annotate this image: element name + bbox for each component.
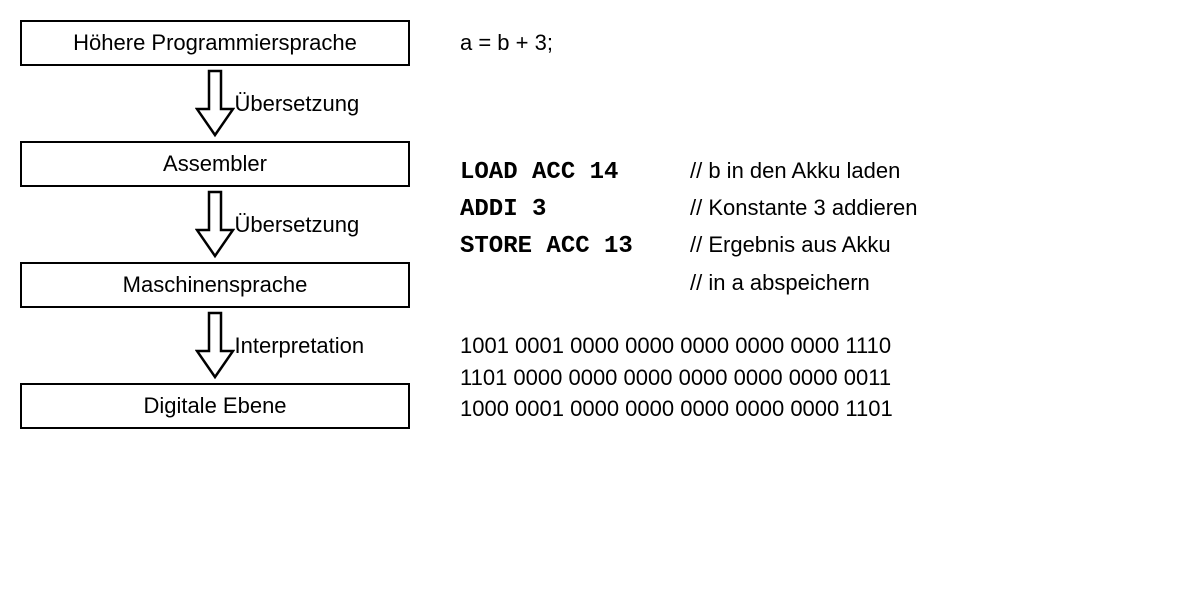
hll-code-block: a = b + 3; <box>460 22 918 64</box>
asm-comment: // in a abspeichern <box>690 266 870 300</box>
box-machine: Maschinensprache <box>20 262 410 308</box>
arrow-label-1: Übersetzung <box>235 91 360 117</box>
asm-code <box>460 266 690 300</box>
asm-line: // in a abspeichern <box>460 266 918 300</box>
machine-code-block: 1001 0001 0000 0000 0000 0000 0000 1110 … <box>460 330 918 426</box>
box-asm-label: Assembler <box>163 151 267 176</box>
asm-comment: // Konstante 3 addieren <box>690 191 918 228</box>
arrow-down-icon <box>195 311 235 381</box>
machine-line: 1000 0001 0000 0000 0000 0000 0000 1101 <box>460 393 918 425</box>
arrow-label-2: Übersetzung <box>235 212 360 238</box>
box-digital: Digitale Ebene <box>20 383 410 429</box>
asm-comment: // Ergebnis aus Akku <box>690 228 891 265</box>
asm-code: LOAD ACC 14 <box>460 154 690 191</box>
asm-code: STORE ACC 13 <box>460 228 690 265</box>
box-hll: Höhere Programmiersprache <box>20 20 410 66</box>
machine-line: 1001 0001 0000 0000 0000 0000 0000 1110 <box>460 330 918 362</box>
arrow-row-1: Übersetzung <box>20 66 410 141</box>
diagram-container: Höhere Programmiersprache Übersetzung As… <box>20 20 1157 429</box>
asm-line: STORE ACC 13 // Ergebnis aus Akku <box>460 228 918 265</box>
asm-line: LOAD ACC 14 // b in den Akku laden <box>460 154 918 191</box>
arrow-label-3: Interpretation <box>235 333 365 359</box>
arrow-down-icon <box>195 69 235 139</box>
asm-line: ADDI 3 // Konstante 3 addieren <box>460 191 918 228</box>
box-machine-label: Maschinensprache <box>123 272 308 297</box>
arrow-down-icon <box>195 190 235 260</box>
left-column: Höhere Programmiersprache Übersetzung As… <box>20 20 410 429</box>
machine-line: 1101 0000 0000 0000 0000 0000 0000 0011 <box>460 362 918 394</box>
asm-code-block: LOAD ACC 14 // b in den Akku laden ADDI … <box>460 154 918 300</box>
asm-comment: // b in den Akku laden <box>690 154 900 191</box>
box-hll-label: Höhere Programmiersprache <box>73 30 357 55</box>
box-digital-label: Digitale Ebene <box>143 393 286 418</box>
arrow-row-3: Interpretation <box>20 308 410 383</box>
arrow-row-2: Übersetzung <box>20 187 410 262</box>
hll-code: a = b + 3; <box>460 30 553 56</box>
box-asm: Assembler <box>20 141 410 187</box>
asm-code: ADDI 3 <box>460 191 690 228</box>
right-column: a = b + 3; LOAD ACC 14 // b in den Akku … <box>460 20 918 429</box>
